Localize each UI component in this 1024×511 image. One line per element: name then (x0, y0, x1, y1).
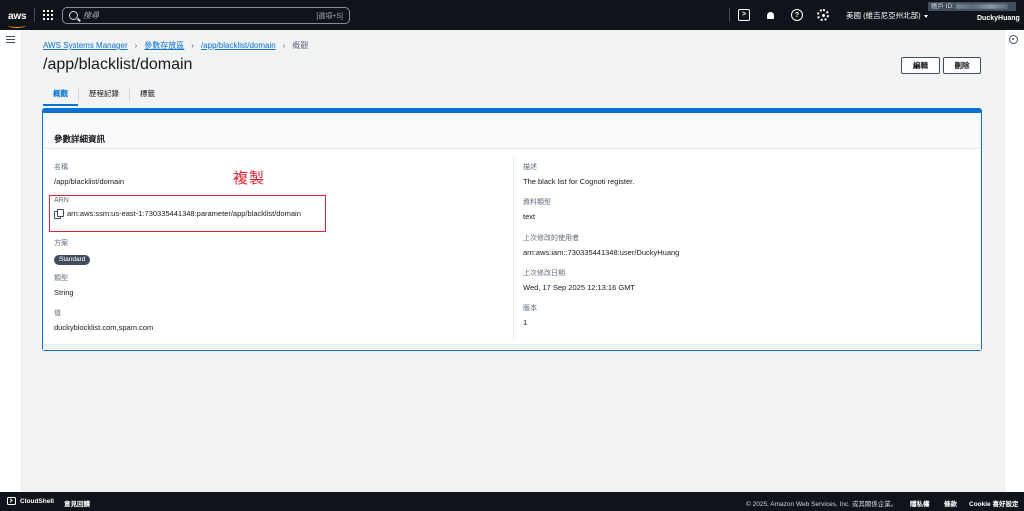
nav-divider (34, 8, 35, 22)
notifications-bell-icon[interactable] (764, 9, 776, 21)
annotation-text: 複製 (233, 169, 266, 187)
nav-divider (729, 8, 730, 22)
breadcrumb-link-systems-manager[interactable]: AWS Systems Manager (43, 41, 128, 50)
search-box[interactable]: [選項+S] (62, 7, 350, 24)
tab-overview[interactable]: 概觀 (43, 88, 78, 106)
redacted-account-id (956, 3, 1009, 9)
field-value: String (54, 288, 74, 297)
region-selector[interactable]: 美國 (維吉尼亞州北部) (846, 10, 928, 21)
help-icon[interactable]: ? (791, 9, 803, 21)
breadcrumb-link-parameter[interactable]: /app/blacklist/domain (201, 41, 276, 50)
field-value: 值 duckyblocklist.com,spam.com (54, 308, 153, 332)
field-data-type: 資料類型 text (523, 197, 551, 221)
field-label: 值 (54, 310, 61, 317)
tab-tags[interactable]: 標籤 (130, 88, 165, 102)
cloudshell-terminal-icon[interactable]: > (738, 9, 750, 21)
field-label: 類型 (54, 275, 68, 282)
chevron-right-icon: › (191, 41, 194, 50)
privacy-link[interactable]: 隱私權 (910, 498, 930, 508)
field-label: 上次修改日期 (523, 270, 565, 277)
field-label: 上次修改的使用者 (523, 235, 579, 242)
field-name: 名稱 /app/blacklist/domain (54, 162, 124, 186)
aws-smile-icon (8, 23, 26, 28)
right-side-strip (1004, 30, 1024, 492)
field-value: text (523, 212, 536, 221)
aws-logo[interactable]: aws (8, 6, 30, 28)
account-label: 帳戶 ID: (931, 3, 955, 10)
field-last-modified-date: 上次修改日期 Wed, 17 Sep 2025 12:13:16 GMT (523, 268, 635, 292)
cloudshell-icon[interactable] (7, 497, 16, 505)
field-value: arn:aws:iam::730335441348:user/DuckyHuan… (523, 248, 680, 257)
field-type: 類型 String (54, 273, 74, 297)
bottom-bar: CloudShell 意見回饋 © 2025, Amazon Web Servi… (0, 492, 1024, 511)
breadcrumb: AWS Systems Manager › 參數存放區 › /app/black… (43, 40, 308, 51)
search-shortcut-hint: [選項+S] (316, 13, 343, 20)
feedback-link[interactable]: 意見回饋 (64, 498, 90, 508)
panel-footer (43, 344, 981, 350)
breadcrumb-current: 概觀 (292, 41, 309, 50)
field-version: 版本 1 (523, 303, 537, 327)
tab-list: 概觀 歷程記錄 標籤 (43, 87, 165, 106)
cloudshell-link[interactable]: CloudShell (20, 498, 54, 505)
panel-header: 參數詳細資訊 (43, 109, 981, 149)
services-grid-icon[interactable] (43, 10, 53, 20)
tier-badge: Standard (54, 254, 91, 265)
aws-logo-text: aws (8, 11, 27, 22)
field-description: 描述 The black list for Cognoti register. (523, 162, 634, 186)
field-label: 版本 (523, 305, 537, 312)
left-side-strip (0, 30, 22, 492)
annotation-highlight-box (49, 195, 326, 232)
field-label: 方案 (54, 240, 68, 247)
user-menu[interactable]: DuckyHuang (977, 15, 1020, 22)
tab-history[interactable]: 歷程記錄 (79, 88, 129, 102)
caret-down-icon (923, 14, 928, 18)
field-value: The black list for Cognoti register. (523, 177, 635, 186)
breadcrumb-link-parameter-store[interactable]: 參數存放區 (144, 40, 184, 51)
region-label: 美國 (維吉尼亞州北部) (846, 11, 921, 20)
column-divider (513, 157, 514, 339)
info-panel-icon[interactable] (1009, 35, 1018, 44)
field-last-modified-user: 上次修改的使用者 arn:aws:iam::730335441348:user/… (523, 233, 679, 257)
field-label: 資料類型 (523, 199, 551, 206)
settings-gear-icon[interactable] (817, 9, 829, 21)
search-input[interactable] (83, 9, 303, 22)
hamburger-menu-icon[interactable] (6, 36, 15, 43)
delete-button[interactable]: 刪除 (943, 57, 981, 74)
page-title: /app/blacklist/domain (43, 56, 193, 73)
top-navigation: aws [選項+S] > ? 美國 (維吉尼亞州北部) 帳戶 ID: Ducky… (0, 0, 1024, 30)
terms-link[interactable]: 條款 (944, 498, 957, 508)
cookie-preferences-link[interactable]: Cookie 喜好設定 (969, 498, 1018, 508)
field-value: /app/blacklist/domain (54, 177, 125, 186)
account-id-box: 帳戶 ID: (928, 2, 1016, 11)
field-label: 名稱 (54, 164, 68, 171)
panel-title: 參數詳細資訊 (54, 134, 106, 144)
edit-button[interactable]: 編輯 (901, 57, 940, 74)
copyright-text: © 2025, Amazon Web Services, Inc. 或其關係企業… (746, 501, 898, 508)
field-tier: 方案 Standard (54, 238, 91, 266)
chevron-right-icon: › (134, 41, 138, 50)
field-value: duckyblocklist.com,spam.com (54, 323, 154, 332)
field-value: 1 (523, 318, 528, 327)
field-value: Wed, 17 Sep 2025 12:13:16 GMT (523, 283, 636, 292)
search-icon (69, 11, 78, 20)
chevron-right-icon: › (282, 41, 286, 50)
field-label: 描述 (523, 164, 537, 171)
